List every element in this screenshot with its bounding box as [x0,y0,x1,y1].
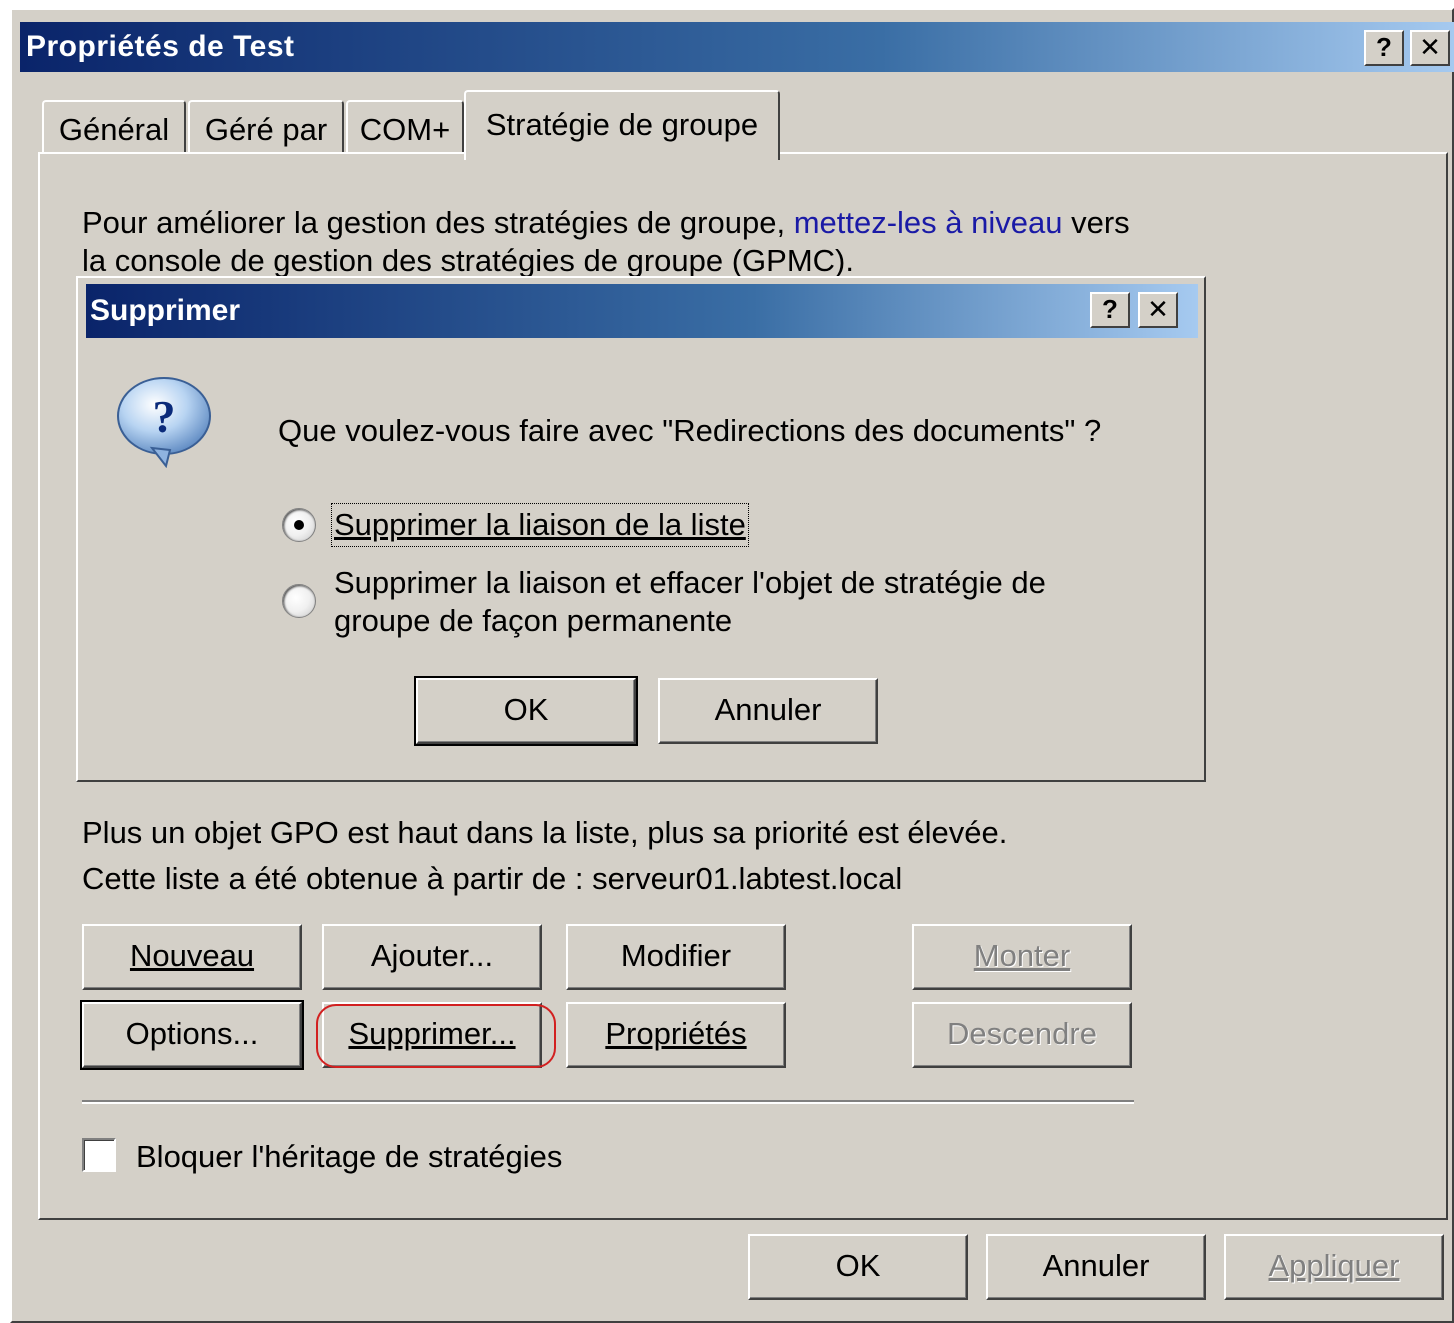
source-text: Cette liste a été obtenue à partir de : … [82,861,903,896]
radio-delete-permanently[interactable] [282,584,316,618]
options-button[interactable]: Options... [80,1000,304,1070]
ajouter-button[interactable]: Ajouter... [322,924,542,990]
radio-unlink[interactable] [282,508,316,542]
window-titlebar[interactable]: Propriétés de Test ? ✕ [20,22,1454,72]
appliquer-button: Appliquer [1224,1234,1444,1300]
close-button[interactable]: ✕ [1410,30,1450,66]
delete-dialog: Supprimer ? ✕ ? Que voulez-vous faire av… [76,276,1206,782]
dialog-close-button[interactable]: ✕ [1138,292,1178,328]
dialog-question: Que voulez-vous faire avec "Redirections… [278,413,1102,448]
modifier-button[interactable]: Modifier [566,924,786,990]
radio-delete-label-line1: Supprimer la liaison et effacer l'objet … [334,565,1046,600]
dialog-cancel-button[interactable]: Annuler [658,678,878,744]
proprietes-button[interactable]: Propriétés [566,1002,786,1068]
close-icon: ✕ [1147,294,1169,324]
descendre-button: Descendre [912,1002,1132,1068]
upgrade-link[interactable]: mettez-les à niveau [794,205,1063,240]
svg-text:?: ? [153,391,176,442]
supprimer-button[interactable]: Supprimer... [322,1002,542,1068]
priority-text: Plus un objet GPO est haut dans la liste… [82,815,1008,850]
annuler-button[interactable]: Annuler [986,1234,1206,1300]
dialog-titlebar[interactable]: Supprimer ? ✕ [86,284,1198,338]
help-button[interactable]: ? [1364,30,1404,66]
separator [82,1100,1134,1104]
monter-button: Monter [912,924,1132,990]
radio-delete-label-line2: groupe de façon permanente [334,603,733,638]
question-icon: ? [117,377,211,468]
tab-strategie-de-groupe[interactable]: Stratégie de groupe [464,90,780,160]
intro-text-line2: la console de gestion des stratégies de … [82,243,854,278]
block-inheritance-checkbox[interactable] [82,1138,116,1172]
intro-text-line1: Pour améliorer la gestion des stratégies… [82,205,1130,240]
window-title: Propriétés de Test [26,30,295,63]
dialog-ok-button[interactable]: OK [414,676,638,746]
dialog-title: Supprimer [90,294,241,327]
nouveau-button[interactable]: Nouveau [82,924,302,990]
ok-button[interactable]: OK [748,1234,968,1300]
close-icon: ✕ [1419,32,1441,62]
radio-unlink-label: Supprimer la liaison de la liste [331,503,749,547]
dialog-help-button[interactable]: ? [1090,292,1130,328]
block-inheritance-label: Bloquer l'héritage de stratégies [136,1139,563,1174]
